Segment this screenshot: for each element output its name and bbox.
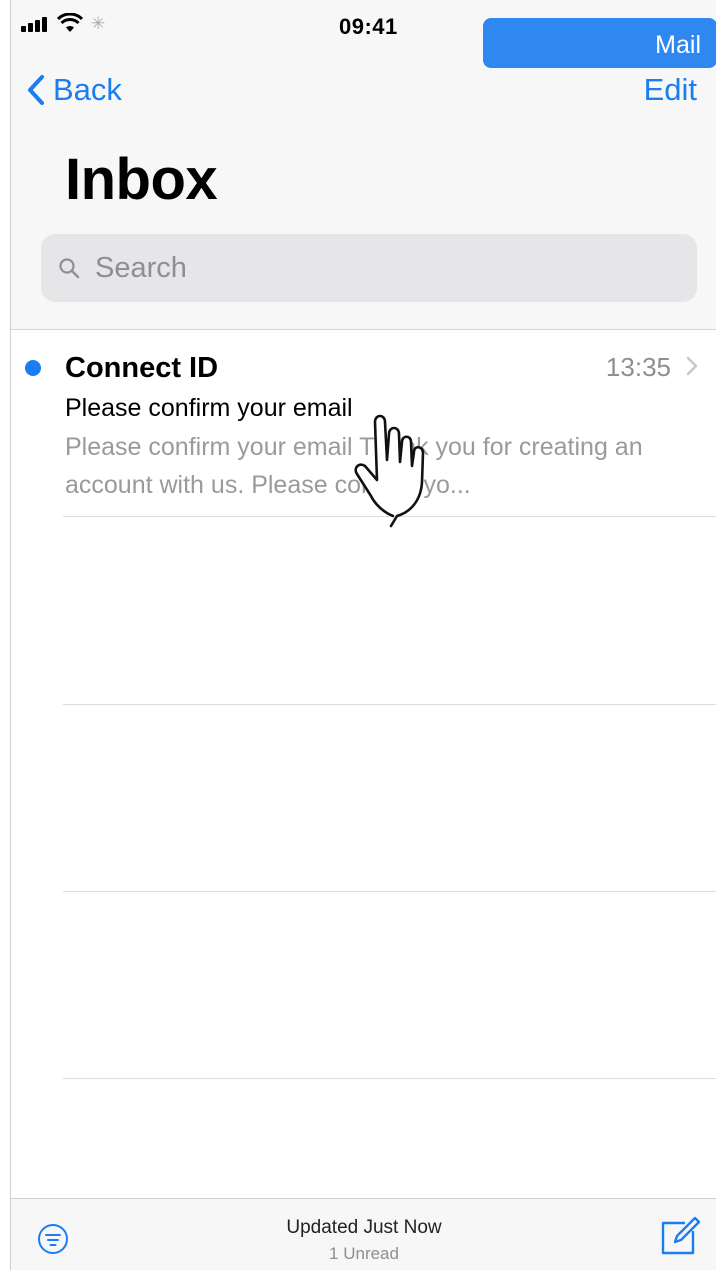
chevron-left-icon <box>28 75 44 105</box>
status-bar: ✳ 09:41 Mail <box>11 0 716 68</box>
edit-button[interactable]: Edit <box>644 72 697 108</box>
chevron-right-icon <box>686 356 698 376</box>
search-placeholder: Search <box>95 251 187 284</box>
back-label: Back <box>53 72 122 107</box>
divider <box>63 1078 716 1079</box>
search-input[interactable]: Search <box>41 234 697 302</box>
activity-spinner-icon: ✳ <box>91 14 106 33</box>
mail-app: ✳ 09:41 Mail Back Edit Inbox Search Conn… <box>10 0 716 1270</box>
header-area: ✳ 09:41 Mail Back Edit Inbox Search <box>11 0 716 330</box>
return-to-mail-button[interactable]: Mail <box>483 18 716 68</box>
unread-dot-icon <box>25 360 41 376</box>
tap-hand-icon <box>354 414 425 528</box>
signal-icon <box>21 16 51 32</box>
message-time: 13:35 <box>605 352 671 382</box>
message-sender: Connect ID <box>65 352 219 384</box>
message-subject: Please confirm your email <box>65 394 353 422</box>
page-title: Inbox <box>65 147 218 212</box>
update-status: Updated Just Now <box>286 1217 442 1238</box>
divider <box>63 891 716 892</box>
bottom-toolbar: Updated Just Now 1 Unread <box>11 1198 716 1270</box>
compose-icon[interactable] <box>659 1215 701 1257</box>
back-button[interactable]: Back <box>27 70 122 110</box>
search-icon <box>59 258 80 279</box>
unread-count: 1 Unread <box>329 1244 399 1263</box>
status-time: 09:41 <box>339 14 398 39</box>
divider <box>63 704 716 705</box>
wifi-icon <box>57 13 83 32</box>
